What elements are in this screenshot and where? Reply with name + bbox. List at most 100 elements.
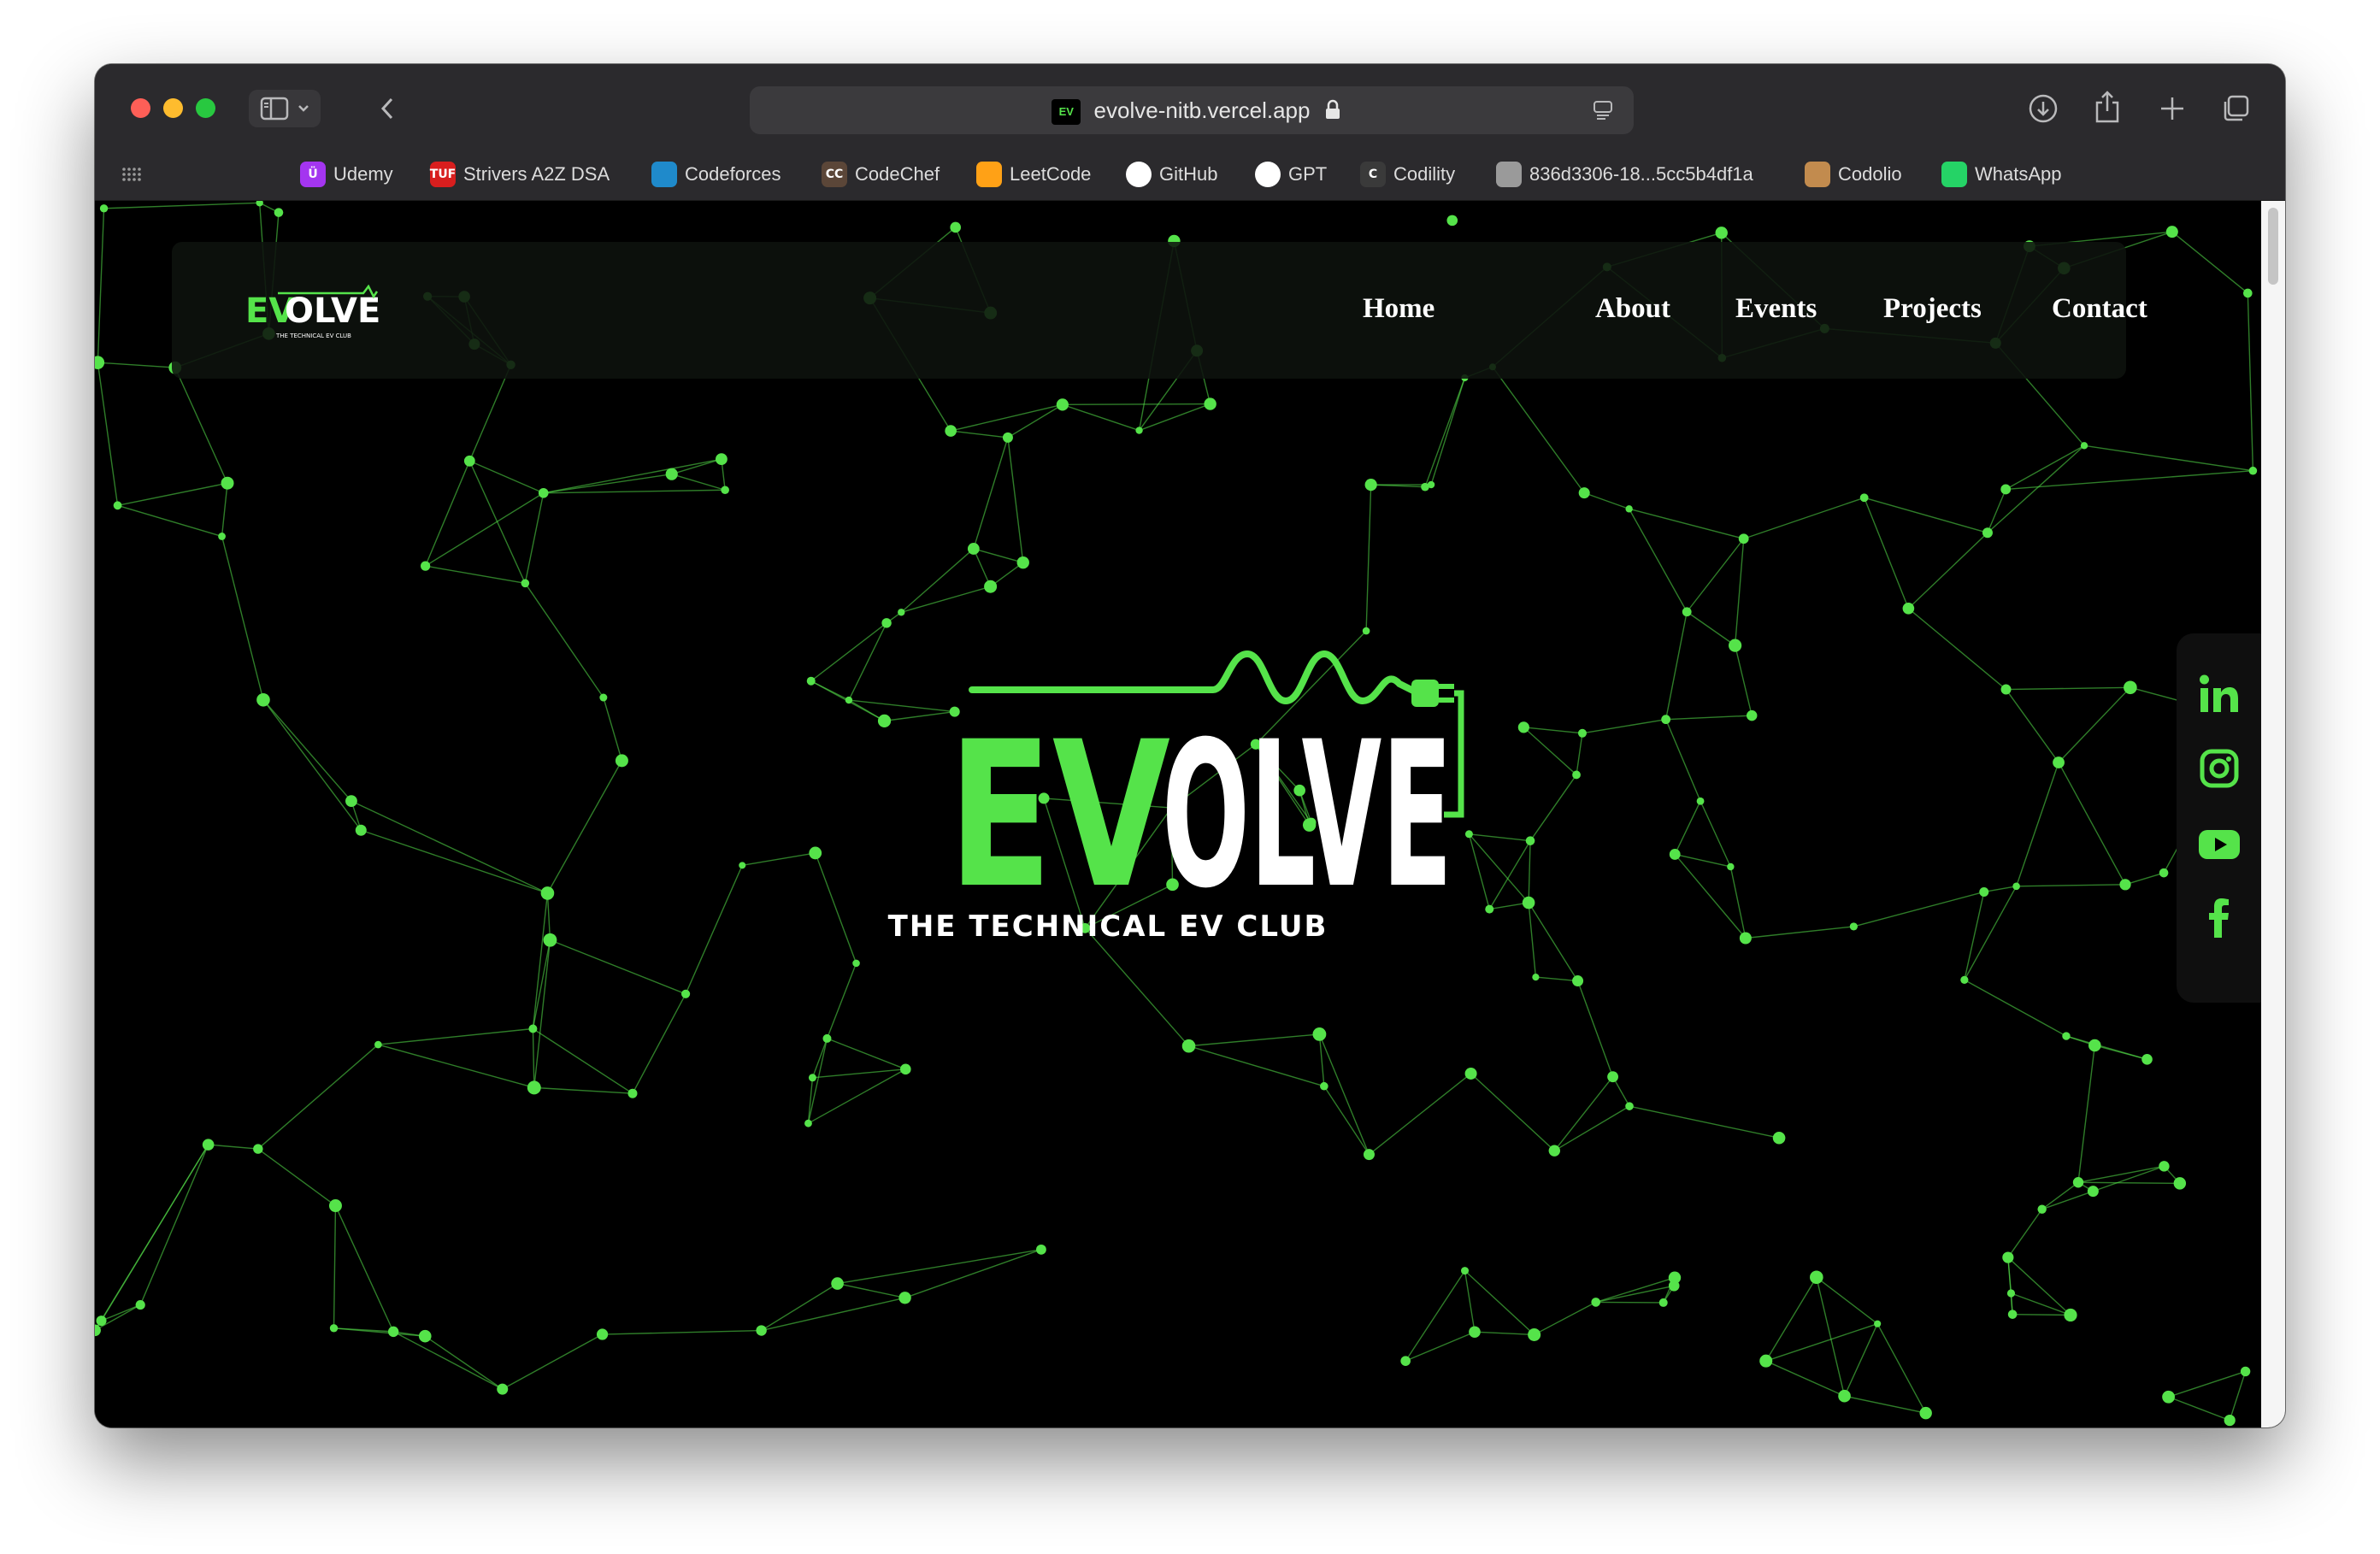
page-scrollbar[interactable] xyxy=(2261,201,2285,1427)
address-bar[interactable]: EV evolve-nitb.vercel.app xyxy=(750,86,1634,134)
hero-logo-green-text: EV xyxy=(948,699,1170,933)
network-node xyxy=(387,1326,399,1338)
network-node xyxy=(218,533,226,540)
network-link xyxy=(1576,980,1614,1077)
back-button[interactable] xyxy=(368,90,406,127)
tab-overview-button[interactable] xyxy=(2217,90,2254,127)
network-node xyxy=(984,580,998,593)
network-node xyxy=(2072,1177,2084,1188)
bookmark-udemy[interactable]: Ü Udemy xyxy=(300,160,393,189)
reader-mode-button[interactable] xyxy=(1589,97,1617,124)
network-link xyxy=(900,548,975,613)
browser-window: EV evolve-nitb.vercel.app Ü Udemy TUF St… xyxy=(95,64,2285,1427)
nav-projects[interactable]: Projects xyxy=(1883,293,1982,325)
network-link xyxy=(100,1144,209,1321)
network-link xyxy=(1583,492,1629,510)
instagram-icon[interactable] xyxy=(2197,746,2242,795)
network-link xyxy=(101,1304,141,1321)
minimize-window-button[interactable] xyxy=(163,98,183,118)
network-node xyxy=(1759,1354,1773,1368)
network-link xyxy=(2005,689,2059,763)
bookmark-label: Codility xyxy=(1393,163,1456,185)
network-node xyxy=(2159,1161,2170,1172)
bookmark-github[interactable]: GitHub xyxy=(1126,160,1217,189)
network-node xyxy=(1669,849,1681,860)
network-node xyxy=(2119,879,2131,891)
network-link xyxy=(1853,891,1984,927)
network-node xyxy=(2037,1204,2047,1214)
bookmark-codolio[interactable]: Codolio xyxy=(1805,160,1902,189)
close-window-button[interactable] xyxy=(131,98,150,118)
site-logo-small[interactable]: EV OLVE THE TECHNICAL EV CLUB xyxy=(244,284,380,345)
network-node xyxy=(202,1139,215,1151)
network-link xyxy=(1369,1073,1472,1156)
network-node xyxy=(945,425,957,437)
network-link xyxy=(904,1249,1042,1298)
linkedin-icon[interactable] xyxy=(2197,673,2242,721)
network-node xyxy=(2124,680,2137,695)
facebook-icon[interactable] xyxy=(2197,895,2242,944)
network-link xyxy=(208,1144,258,1150)
network-link xyxy=(2007,1209,2043,1258)
network-node xyxy=(1727,862,1735,871)
youtube-icon[interactable] xyxy=(2197,821,2242,870)
downloads-button[interactable] xyxy=(2024,90,2062,127)
network-link xyxy=(761,1297,905,1332)
network-link xyxy=(1743,497,1865,539)
network-node xyxy=(900,1063,911,1075)
nav-home[interactable]: Home xyxy=(1363,293,1434,325)
network-link xyxy=(97,362,175,368)
network-link xyxy=(334,1205,394,1333)
network-node xyxy=(1874,1320,1882,1327)
network-link xyxy=(2078,1181,2180,1185)
network-link xyxy=(221,483,228,537)
bookmark-gpt[interactable]: GPT xyxy=(1255,160,1327,189)
network-link xyxy=(1007,403,1063,439)
network-link xyxy=(810,680,850,701)
bookmark-codechef[interactable]: CC CodeChef xyxy=(822,160,940,189)
network-node xyxy=(113,501,122,510)
network-link xyxy=(1987,489,2006,533)
network-node xyxy=(256,201,263,207)
network-link xyxy=(425,565,526,585)
network-node xyxy=(680,989,691,998)
bookmark-tuf[interactable]: TUF Strivers A2Z DSA xyxy=(430,160,610,189)
sidebar-toggle-button[interactable] xyxy=(249,90,321,127)
network-node xyxy=(1446,215,1458,227)
network-node xyxy=(521,579,530,588)
zoom-window-button[interactable] xyxy=(196,98,215,118)
network-link xyxy=(2065,1035,2147,1060)
new-tab-button[interactable] xyxy=(2153,90,2191,127)
bookmark-codeforces[interactable]: Codeforces xyxy=(651,160,781,189)
url-text: evolve-nitb.vercel.app xyxy=(1093,97,1311,123)
nav-about[interactable]: About xyxy=(1595,293,1670,325)
plus-icon xyxy=(2159,96,2185,121)
site-favicon-icon: EV xyxy=(1052,99,1081,126)
bookmark-codility[interactable]: C Codility xyxy=(1360,160,1455,189)
apps-grid-button[interactable] xyxy=(121,163,143,185)
bookmark-leetcode[interactable]: LeetCode xyxy=(976,160,1091,189)
scrollbar-thumb[interactable] xyxy=(2268,208,2278,285)
bookmark-globe[interactable]: 836d3306-18...5cc5b4df1a xyxy=(1496,160,1753,189)
network-link xyxy=(361,829,548,894)
share-button[interactable] xyxy=(2088,88,2126,126)
network-link xyxy=(1907,532,1988,609)
logo-small-white: OLVE xyxy=(285,291,380,331)
network-link xyxy=(1595,1301,1664,1304)
network-node xyxy=(2012,882,2020,891)
network-node xyxy=(2248,466,2258,475)
network-link xyxy=(1765,1323,1878,1362)
bookmark-whatsapp[interactable]: WhatsApp xyxy=(1941,160,2062,189)
network-node xyxy=(1464,1067,1477,1080)
chevron-down-icon xyxy=(298,104,309,113)
network-link xyxy=(469,460,544,494)
network-link xyxy=(546,760,623,894)
nav-contact[interactable]: Contact xyxy=(2052,293,2147,325)
bookmark-label: GPT xyxy=(1288,163,1328,185)
network-link xyxy=(1553,1105,1630,1151)
network-link xyxy=(671,474,726,491)
network-link xyxy=(1424,377,1466,487)
network-node xyxy=(596,1328,609,1340)
nav-events[interactable]: Events xyxy=(1735,293,1817,325)
network-node xyxy=(345,795,357,807)
